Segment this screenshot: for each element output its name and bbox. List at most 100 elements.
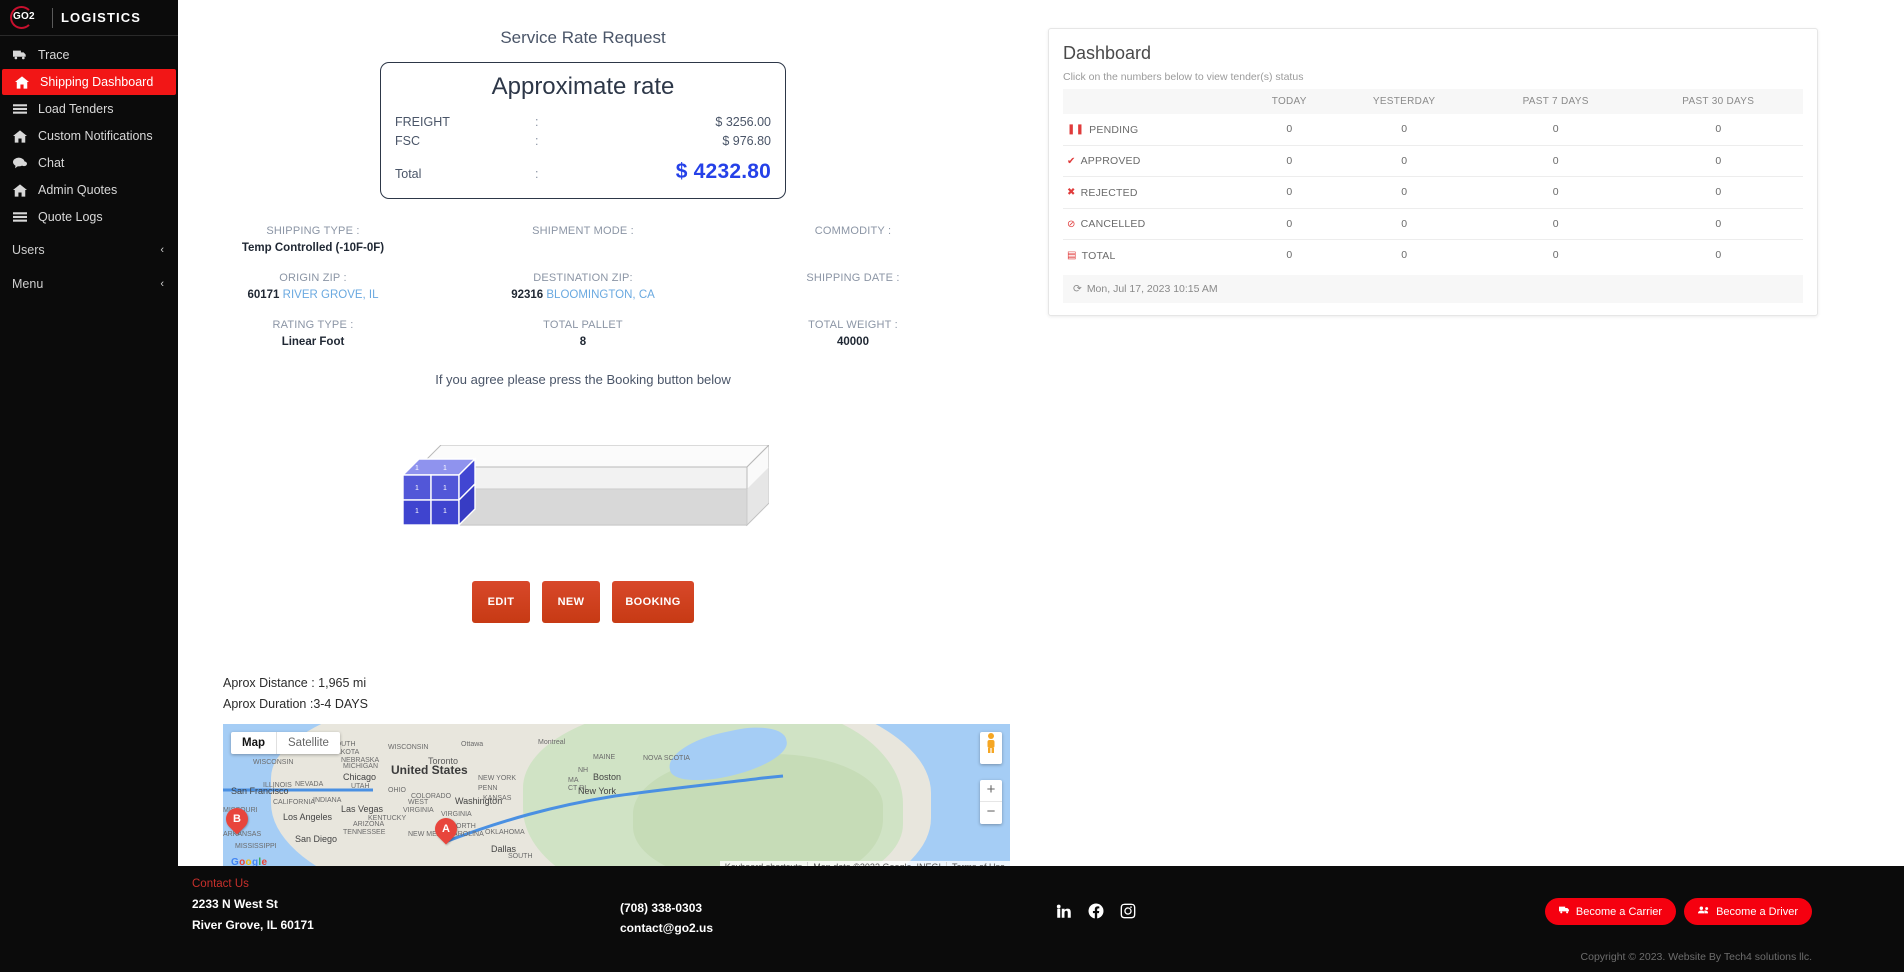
svg-text:SOUTH: SOUTH	[508, 853, 533, 860]
sidebar-item-shipping-dashboard[interactable]: Shipping Dashboard	[2, 69, 176, 95]
detail-value: Linear Foot	[178, 336, 448, 350]
booking-button[interactable]: BOOKING	[612, 581, 694, 623]
sidebar-item-chat[interactable]: Chat	[0, 150, 178, 176]
instagram-icon[interactable]	[1119, 902, 1137, 920]
sidebar-item-admin-quotes[interactable]: Admin Quotes	[0, 177, 178, 203]
count-cell[interactable]: 0	[1478, 145, 1634, 177]
dashboard-title: Dashboard	[1063, 43, 1803, 64]
sidebar-item-custom-notifications[interactable]: Custom Notifications	[0, 123, 178, 149]
count-cell[interactable]: 0	[1633, 114, 1803, 145]
status-cell-rejected: ✖REJECTED	[1063, 177, 1248, 209]
edit-button[interactable]: EDIT	[472, 581, 530, 623]
detail-shipment-mode: SHIPMENT MODE :	[448, 225, 718, 256]
count-cell[interactable]: 0	[1478, 177, 1634, 209]
rate-row-total: Total : $ 4232.80	[395, 160, 771, 184]
sidebar-item-load-tenders[interactable]: Load Tenders	[0, 96, 178, 122]
count-cell[interactable]: 0	[1331, 114, 1478, 145]
dashboard-timestamp: ⟳Mon, Jul 17, 2023 10:15 AM	[1063, 275, 1803, 303]
detail-value	[718, 242, 988, 256]
sidebar-nav: Trace Shipping Dashboard Load Tenders Cu…	[0, 36, 178, 298]
footer-contact: Contact Us 2233 N West St River Grove, I…	[192, 878, 314, 932]
detail-origin-zip: ORIGIN ZIP : 60171 RIVER GROVE, IL	[178, 272, 448, 303]
list-icon	[12, 104, 28, 115]
email-address[interactable]: contact@go2.us	[620, 918, 713, 938]
page-root: GO2 LOGISTICS Trace Shipping Dashboard	[0, 0, 1904, 972]
marker-label: A	[435, 818, 457, 840]
rate-value: $ 976.80	[645, 134, 771, 148]
zoom-out-button[interactable]: −	[980, 802, 1002, 824]
become-a-carrier-button[interactable]: Become a Carrier	[1545, 898, 1676, 925]
pallet-blocks: 1 1 1 1 1 1	[403, 459, 475, 525]
become-a-driver-button[interactable]: Become a Driver	[1684, 898, 1812, 925]
sidebar-item-trace[interactable]: Trace	[0, 42, 178, 68]
count-cell[interactable]: 0	[1478, 114, 1634, 145]
column-header-yesterday: YESTERDAY	[1331, 89, 1478, 114]
count-cell[interactable]: 0	[1248, 114, 1331, 145]
count-cell[interactable]: 0	[1633, 177, 1803, 209]
approx-duration: Aprox Duration :3-4 DAYS	[223, 694, 988, 715]
count-cell[interactable]: 0	[1248, 177, 1331, 209]
count-cell[interactable]: 0	[1633, 240, 1803, 271]
map-zoom-control[interactable]: + −	[980, 780, 1002, 824]
status-cell-pending: ❚❚PENDING	[1063, 114, 1248, 145]
column-header-status	[1063, 89, 1248, 114]
map-marker-origin[interactable]: A	[435, 818, 457, 848]
svg-text:PENN: PENN	[478, 785, 497, 792]
rate-colon: :	[535, 134, 645, 148]
svg-text:Montreal: Montreal	[538, 739, 566, 746]
street-view-pegman-icon[interactable]	[980, 732, 1002, 764]
detail-value: Temp Controlled (-10F-0F)	[178, 242, 448, 256]
sidebar-group-menu[interactable]: Menu ‹	[0, 270, 178, 298]
count-cell[interactable]: 0	[1331, 145, 1478, 177]
facebook-icon[interactable]	[1087, 902, 1105, 920]
svg-text:MAINE: MAINE	[593, 754, 616, 761]
phone-number[interactable]: (708) 338-0303	[620, 898, 713, 918]
count-cell[interactable]: 0	[1633, 208, 1803, 240]
count-cell[interactable]: 0	[1331, 177, 1478, 209]
svg-text:ARIZONA: ARIZONA	[353, 821, 384, 828]
rate-value: $ 3256.00	[645, 115, 771, 129]
count-cell[interactable]: 0	[1248, 145, 1331, 177]
map-type-satellite[interactable]: Satellite	[277, 732, 340, 754]
refresh-icon[interactable]: ⟳	[1073, 283, 1082, 295]
count-cell[interactable]: 0	[1248, 208, 1331, 240]
page-title: Service Rate Request	[178, 0, 988, 48]
dashboard-subtitle: Click on the numbers below to view tende…	[1063, 71, 1803, 83]
rate-label: FREIGHT	[395, 115, 535, 129]
svg-text:KANSAS: KANSAS	[483, 795, 512, 802]
detail-commodity: COMMODITY :	[718, 225, 988, 256]
new-button[interactable]: NEW	[542, 581, 600, 623]
detail-total-pallet: TOTAL PALLET 8	[448, 319, 718, 350]
map-type-control[interactable]: Map Satellite	[231, 732, 340, 754]
svg-text:OHIO: OHIO	[388, 787, 406, 794]
zoom-in-button[interactable]: +	[980, 780, 1002, 802]
shipment-details-grid: SHIPPING TYPE : Temp Controlled (-10F-0F…	[178, 225, 988, 350]
go2-logo-icon: GO2	[10, 5, 44, 31]
count-cell[interactable]: 0	[1331, 240, 1478, 271]
count-cell[interactable]: 0	[1248, 240, 1331, 271]
brand-logo[interactable]: GO2 LOGISTICS	[0, 0, 178, 36]
svg-text:NOVA SCOTIA: NOVA SCOTIA	[643, 755, 690, 762]
home-icon	[14, 76, 30, 89]
svg-text:Las Vegas: Las Vegas	[341, 804, 384, 814]
rate-total-label: Total	[395, 167, 535, 181]
count-cell[interactable]: 0	[1478, 240, 1634, 271]
chat-icon	[12, 157, 28, 169]
linkedin-icon[interactable]	[1055, 902, 1073, 920]
map-marker-destination[interactable]: B	[226, 808, 248, 838]
svg-text:INDIANA: INDIANA	[313, 797, 342, 804]
count-cell[interactable]: 0	[1331, 208, 1478, 240]
pause-icon: ❚❚	[1067, 124, 1084, 135]
sidebar-group-users[interactable]: Users ‹	[0, 236, 178, 264]
rate-label: FSC	[395, 134, 535, 148]
table-row: ⊘CANCELLED 0 0 0 0	[1063, 208, 1803, 240]
map-type-map[interactable]: Map	[231, 732, 277, 754]
count-cell[interactable]: 0	[1478, 208, 1634, 240]
count-cell[interactable]: 0	[1633, 145, 1803, 177]
page-footer: Contact Us 2233 N West St River Grove, I…	[0, 866, 1904, 972]
sidebar-item-quote-logs[interactable]: Quote Logs	[0, 204, 178, 230]
route-map[interactable]: WISCONSINMICHIGAN OttawaMontreal Toronto…	[223, 724, 1010, 874]
origin-zip-code: 60171	[247, 289, 279, 301]
home-icon	[12, 130, 28, 143]
table-row: ✖REJECTED 0 0 0 0	[1063, 177, 1803, 209]
